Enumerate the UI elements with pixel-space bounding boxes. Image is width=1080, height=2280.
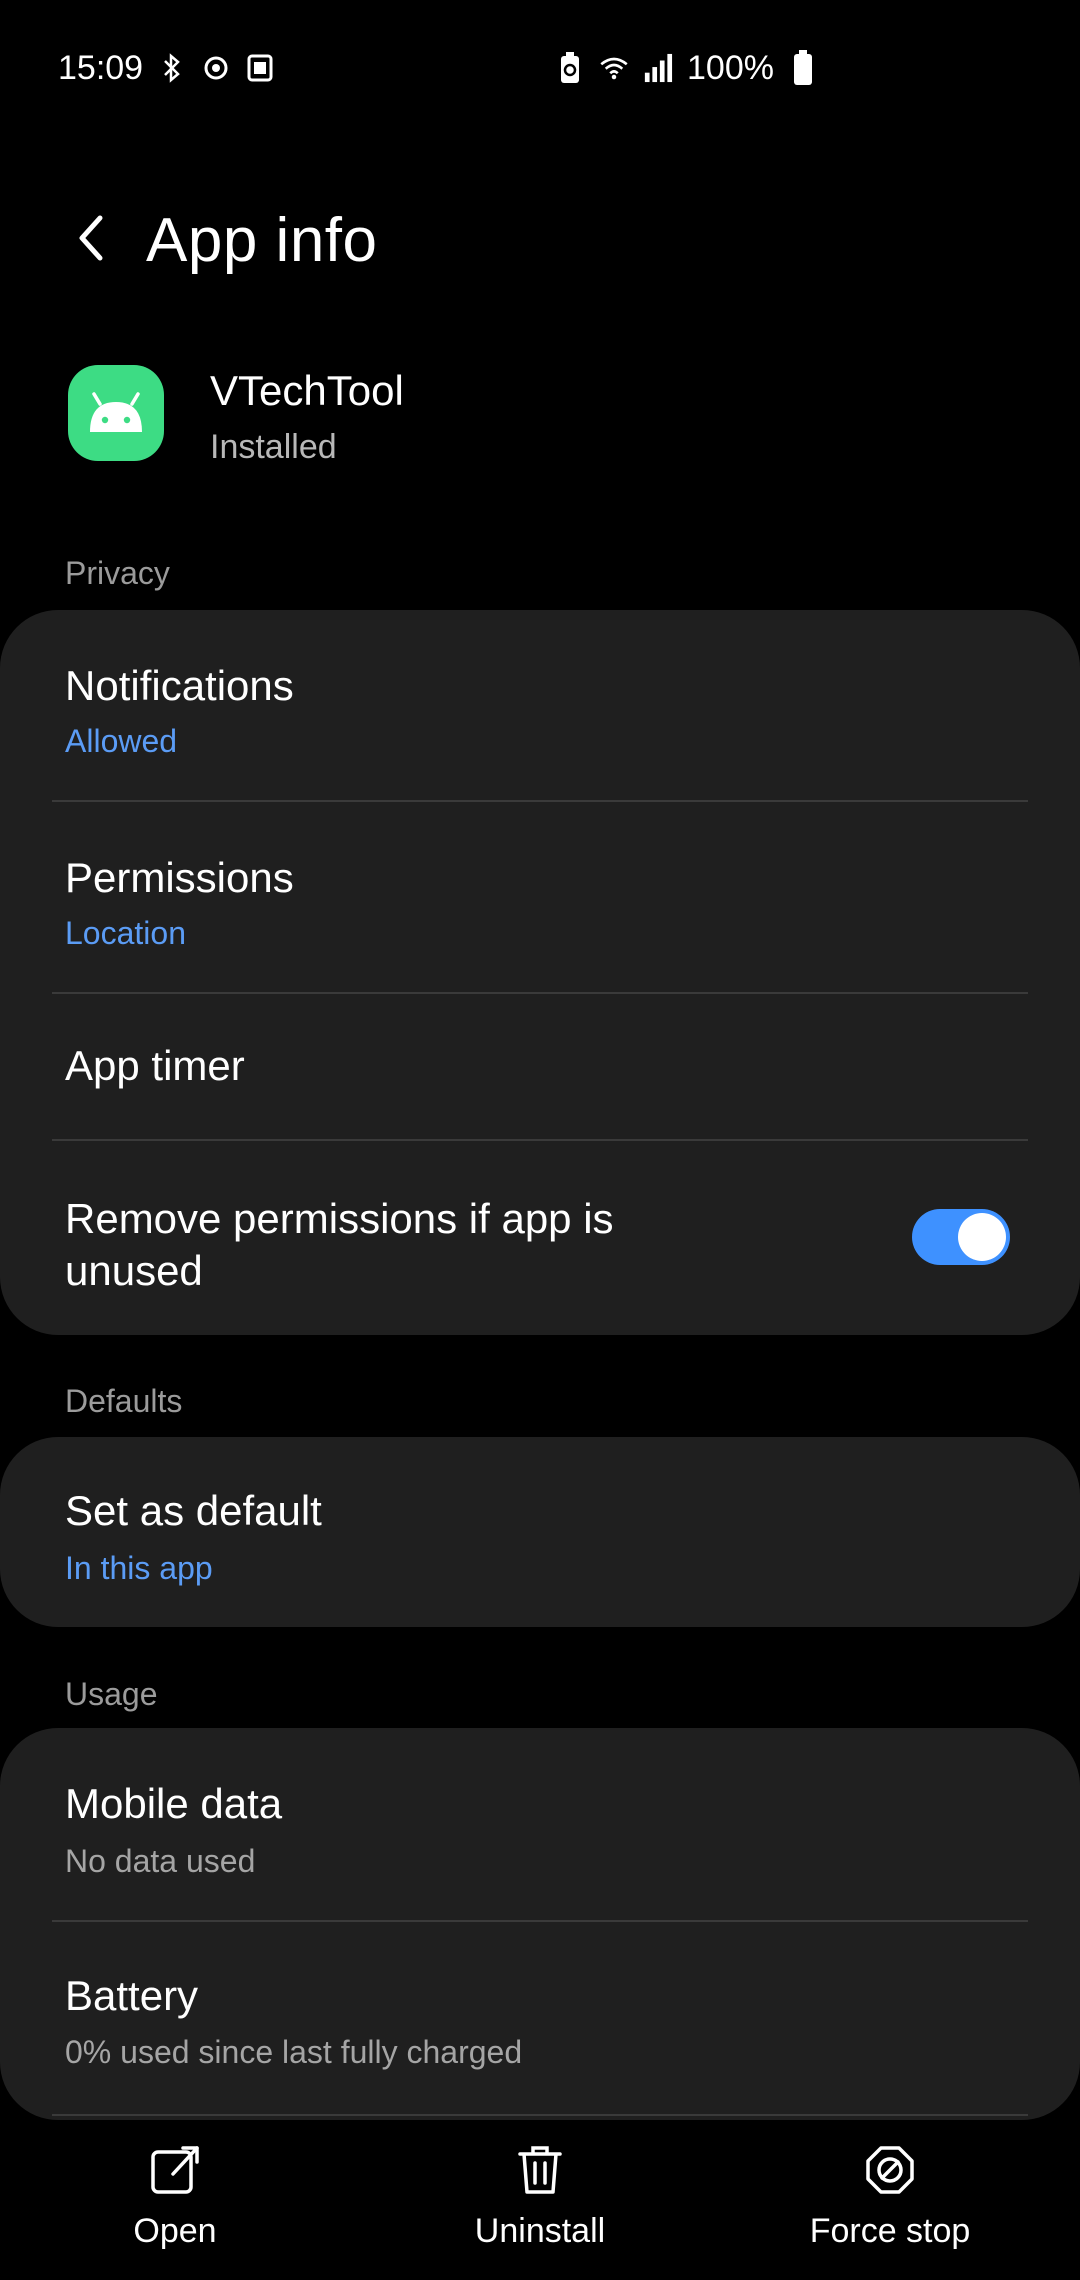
remove-permissions-row[interactable]: Remove permissions if app is unused: [0, 1141, 1080, 1335]
uninstall-label: Uninstall: [474, 2212, 606, 2250]
divider: [52, 2114, 1028, 2116]
app-timer-row[interactable]: App timer: [0, 994, 1080, 1139]
set-as-default-summary: In this app: [65, 1550, 213, 1586]
usage-card: Mobile data No data used Battery 0% used…: [0, 1728, 1080, 2120]
header: App info: [0, 185, 1080, 295]
page-title: App info: [146, 206, 378, 275]
mobile-data-row[interactable]: Mobile data No data used: [0, 1728, 1080, 1920]
app-install-status: Installed: [210, 428, 337, 466]
battery-icon: [788, 50, 818, 85]
nfc-icon: [201, 51, 231, 85]
force-stop-button[interactable]: Force stop: [740, 2130, 1040, 2280]
uninstall-button[interactable]: Uninstall: [390, 2130, 690, 2280]
permissions-title: Permissions: [65, 854, 294, 901]
app-name: VTechTool: [210, 367, 404, 414]
android-app-icon: [68, 365, 164, 461]
status-right: 100%: [555, 40, 818, 96]
battery-row[interactable]: Battery 0% used since last fully charged: [0, 1922, 1080, 2114]
chevron-left-icon: [79, 215, 103, 261]
section-label-usage: Usage: [65, 1676, 158, 1712]
trash-icon: [510, 2140, 570, 2200]
open-icon: [145, 2140, 205, 2200]
toggle-knob: [958, 1213, 1006, 1261]
battery-title: Battery: [65, 1972, 199, 2019]
open-label: Open: [133, 2212, 217, 2250]
remove-permissions-title-line2: unused: [65, 1247, 203, 1294]
gallery-icon: [245, 51, 275, 85]
permissions-row[interactable]: Permissions Location: [0, 802, 1080, 992]
status-time: 15:09: [58, 48, 144, 87]
status-left: 15:09: [58, 40, 275, 96]
section-label-defaults: Defaults: [65, 1383, 183, 1419]
bluetooth-icon: [157, 51, 187, 85]
privacy-card: Notifications Allowed Permissions Locati…: [0, 610, 1080, 1335]
force-stop-icon: [860, 2140, 920, 2200]
battery-saver-icon: [555, 51, 585, 85]
notifications-title: Notifications: [65, 662, 294, 709]
back-button[interactable]: [60, 203, 120, 273]
app-timer-title: App timer: [65, 1042, 245, 1089]
notifications-status: Allowed: [65, 723, 178, 759]
defaults-card: Set as default In this app: [0, 1437, 1080, 1627]
bottom-action-bar: Open Uninstall Force stop: [0, 2130, 1080, 2280]
set-as-default-title: Set as default: [65, 1487, 322, 1534]
remove-permissions-toggle[interactable]: [912, 1209, 1010, 1265]
force-stop-label: Force stop: [809, 2212, 971, 2250]
mobile-data-title: Mobile data: [65, 1780, 283, 1827]
notifications-row[interactable]: Notifications Allowed: [0, 610, 1080, 800]
status-bar: 15:09 100%: [0, 40, 1080, 96]
open-button[interactable]: Open: [25, 2130, 325, 2280]
battery-summary: 0% used since last fully charged: [65, 2034, 523, 2070]
remove-permissions-title-line1: Remove permissions if app is: [65, 1195, 614, 1242]
battery-percent: 100%: [687, 48, 774, 87]
set-as-default-row[interactable]: Set as default In this app: [0, 1437, 1080, 1627]
signal-icon: [643, 51, 673, 85]
mobile-data-summary: No data used: [65, 1843, 256, 1879]
app-info-screen: 15:09 100% App info VTechTool Installed …: [0, 0, 1080, 2280]
wifi-icon: [599, 51, 629, 85]
section-label-privacy: Privacy: [65, 555, 170, 591]
permissions-summary: Location: [65, 915, 186, 951]
